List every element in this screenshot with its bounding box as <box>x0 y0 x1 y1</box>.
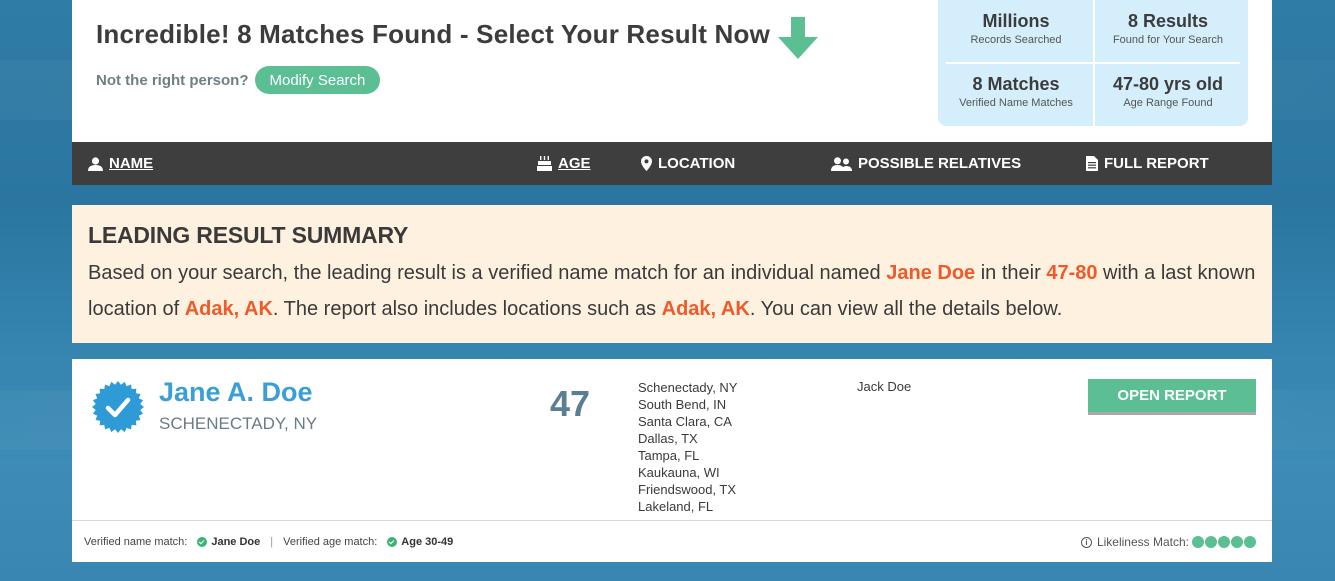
divider <box>946 62 1240 64</box>
verified-name-label: Verified name match: <box>84 535 188 548</box>
stat-label: Age Range Found <box>1123 97 1213 109</box>
stat-records-searched: Millions Records Searched <box>942 11 1090 46</box>
likeliness-match: i Likeliness Match: <box>1080 535 1256 549</box>
verified-age-value: Age 30-49 <box>401 535 454 548</box>
check-circle-icon <box>197 536 208 547</box>
location-item: Tampa, FL <box>638 448 700 463</box>
result-age: 47 <box>550 383 591 424</box>
likeliness-label: Likeliness Match: <box>1096 535 1189 549</box>
search-stats-panel: Millions Records Searched 8 Results Foun… <box>938 0 1248 126</box>
result-locations-list: Schenectady, NY South Bend, IN Santa Cla… <box>638 379 737 515</box>
modify-search-button[interactable]: Modify Search <box>254 66 381 94</box>
stat-age-range: 47-80 yrs old Age Range Found <box>1094 74 1242 109</box>
separator: | <box>270 535 274 548</box>
result-relative: Jack Doe <box>857 379 912 394</box>
column-relatives: POSSIBLE RELATIVES <box>831 155 1021 172</box>
document-icon <box>1086 156 1098 171</box>
stat-value: 8 Results <box>1127 11 1209 31</box>
verified-badge-icon <box>92 381 144 433</box>
stat-label: Records Searched <box>970 34 1062 46</box>
check-circle-icon <box>387 536 398 547</box>
person-icon <box>88 156 103 171</box>
location-item: Dallas, TX <box>638 431 698 446</box>
location-item: South Bend, IN <box>638 397 727 412</box>
summary-highlight-name: Jane Doe <box>886 262 976 284</box>
column-full-report: FULL REPORT <box>1086 155 1209 172</box>
stat-value: 47-80 yrs old <box>1112 74 1224 94</box>
summary-text-part: . You can view all the details below. <box>749 298 1063 320</box>
results-header: Incredible! 8 Matches Found - Select You… <box>72 0 1272 142</box>
not-right-person-text: Not the right person? <box>96 71 249 89</box>
location-item: Kaukauna, WI <box>638 465 720 480</box>
likeliness-dot <box>1244 536 1256 548</box>
summary-text-part: in their <box>975 262 1047 284</box>
open-report-button[interactable]: OPEN REPORT <box>1088 379 1256 415</box>
birthday-cake-icon <box>537 156 552 171</box>
info-icon[interactable]: i <box>1080 536 1092 548</box>
stat-label: Found for Your Search <box>1112 34 1224 46</box>
column-full-report-label: FULL REPORT <box>1104 155 1209 172</box>
verified-name-match: Verified name match: Jane Doe <box>84 536 260 548</box>
location-item: Santa Clara, CA <box>638 414 732 429</box>
summary-text-part: Based on your search, the leading result… <box>88 262 887 284</box>
map-pin-icon <box>641 156 652 171</box>
likeliness-dot <box>1218 536 1230 548</box>
likeliness-rating <box>1192 536 1256 548</box>
column-relatives-label: POSSIBLE RELATIVES <box>858 155 1022 172</box>
leading-result-summary: LEADING RESULT SUMMARY Based on your sea… <box>72 205 1272 343</box>
result-person-location: SCHENECTADY, NY <box>159 414 318 433</box>
location-item: Lakeland, FL <box>638 499 714 514</box>
page-title: Incredible! 8 Matches Found - Select You… <box>96 19 770 49</box>
summary-text-part: . The report also includes locations suc… <box>272 298 662 320</box>
result-person-name[interactable]: Jane A. Doe <box>159 377 313 408</box>
column-name-sort[interactable]: NAME <box>88 155 153 172</box>
summary-highlight-age: 47-80 <box>1046 262 1098 284</box>
arrow-down-icon <box>778 17 818 59</box>
verified-name-value: Jane Doe <box>211 535 261 548</box>
modify-search-row: Not the right person? Modify Search <box>96 66 381 94</box>
column-location: LOCATION <box>641 155 735 172</box>
stat-label: Verified Name Matches <box>959 97 1073 109</box>
likeliness-dot <box>1231 536 1243 548</box>
results-column-header: NAME AGE LOCATION POSSIBLE RELATIVES FUL… <box>72 142 1272 185</box>
likeliness-dot <box>1205 536 1217 548</box>
stat-results-found: 8 Results Found for Your Search <box>1094 11 1242 46</box>
likeliness-dot <box>1192 536 1204 548</box>
verified-age-match: Verified age match: Age 30-49 <box>283 536 453 548</box>
column-name-label: NAME <box>109 155 154 172</box>
summary-highlight-location: Adak, AK <box>661 298 750 320</box>
column-location-label: LOCATION <box>658 155 736 172</box>
summary-text: Based on your search, the leading result… <box>88 255 1256 327</box>
users-icon <box>831 156 852 171</box>
stat-value: 8 Matches <box>972 74 1060 94</box>
location-item: Friendswood, TX <box>638 482 737 497</box>
result-card: Jane A. Doe SCHENECTADY, NY 47 Schenecta… <box>72 359 1272 562</box>
stat-name-matches: 8 Matches Verified Name Matches <box>942 74 1090 109</box>
summary-title: LEADING RESULT SUMMARY <box>88 222 409 248</box>
column-age-label: AGE <box>558 155 591 172</box>
location-item: Schenectady, NY <box>638 380 738 395</box>
column-age-sort[interactable]: AGE <box>537 155 591 172</box>
stat-value: Millions <box>982 11 1050 31</box>
verified-age-label: Verified age match: <box>283 535 378 548</box>
summary-highlight-location: Adak, AK <box>184 298 273 320</box>
result-card-footer: Verified name match: Jane Doe | Verified… <box>72 520 1272 562</box>
